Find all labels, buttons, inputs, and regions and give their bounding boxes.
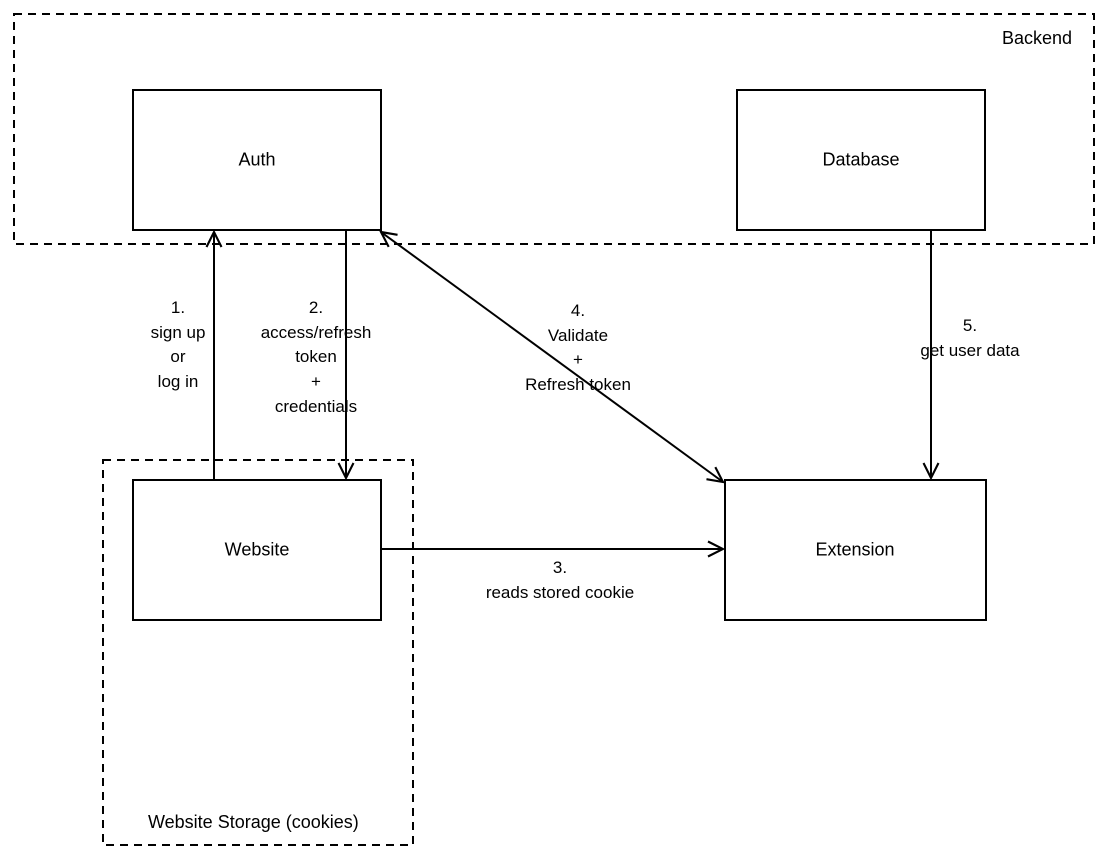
region-website-storage-label: Website Storage (cookies)	[148, 812, 359, 833]
edge-label-line: credentials	[261, 395, 372, 420]
edge-label-line: log in	[151, 370, 206, 395]
edge-label-line: access/refresh	[261, 321, 372, 346]
edge-validate-refresh-label: 4. Validate + Refresh token	[525, 299, 631, 398]
region-website-storage	[103, 460, 413, 845]
node-extension-label: Extension	[815, 540, 894, 561]
edge-label-line: or	[151, 345, 206, 370]
edge-label-line: reads stored cookie	[486, 581, 634, 606]
diagram-canvas: Backend Website Storage (cookies) Auth D…	[0, 0, 1106, 861]
edge-reads-cookie-label: 3. reads stored cookie	[486, 556, 634, 605]
edge-token-credentials-label: 2. access/refresh token + credentials	[261, 296, 372, 419]
region-backend-label: Backend	[1002, 28, 1072, 49]
diagram-svg	[0, 0, 1106, 861]
edge-label-line: get user data	[920, 339, 1019, 364]
edge-get-user-data-label: 5. get user data	[920, 314, 1019, 363]
edge-label-line: sign up	[151, 321, 206, 346]
edge-label-line: token	[261, 345, 372, 370]
edge-label-line: 4.	[525, 299, 631, 324]
node-auth-label: Auth	[238, 150, 275, 171]
region-backend	[14, 14, 1094, 244]
edge-label-line: 3.	[486, 556, 634, 581]
edge-label-line: 2.	[261, 296, 372, 321]
edge-label-line: 1.	[151, 296, 206, 321]
edge-label-line: +	[261, 370, 372, 395]
node-website-label: Website	[225, 540, 290, 561]
edge-label-line: Validate	[525, 324, 631, 349]
edge-signup-login-label: 1. sign up or log in	[151, 296, 206, 395]
edge-label-line: +	[525, 348, 631, 373]
edge-label-line: 5.	[920, 314, 1019, 339]
edge-label-line: Refresh token	[525, 373, 631, 398]
node-database-label: Database	[822, 150, 899, 171]
